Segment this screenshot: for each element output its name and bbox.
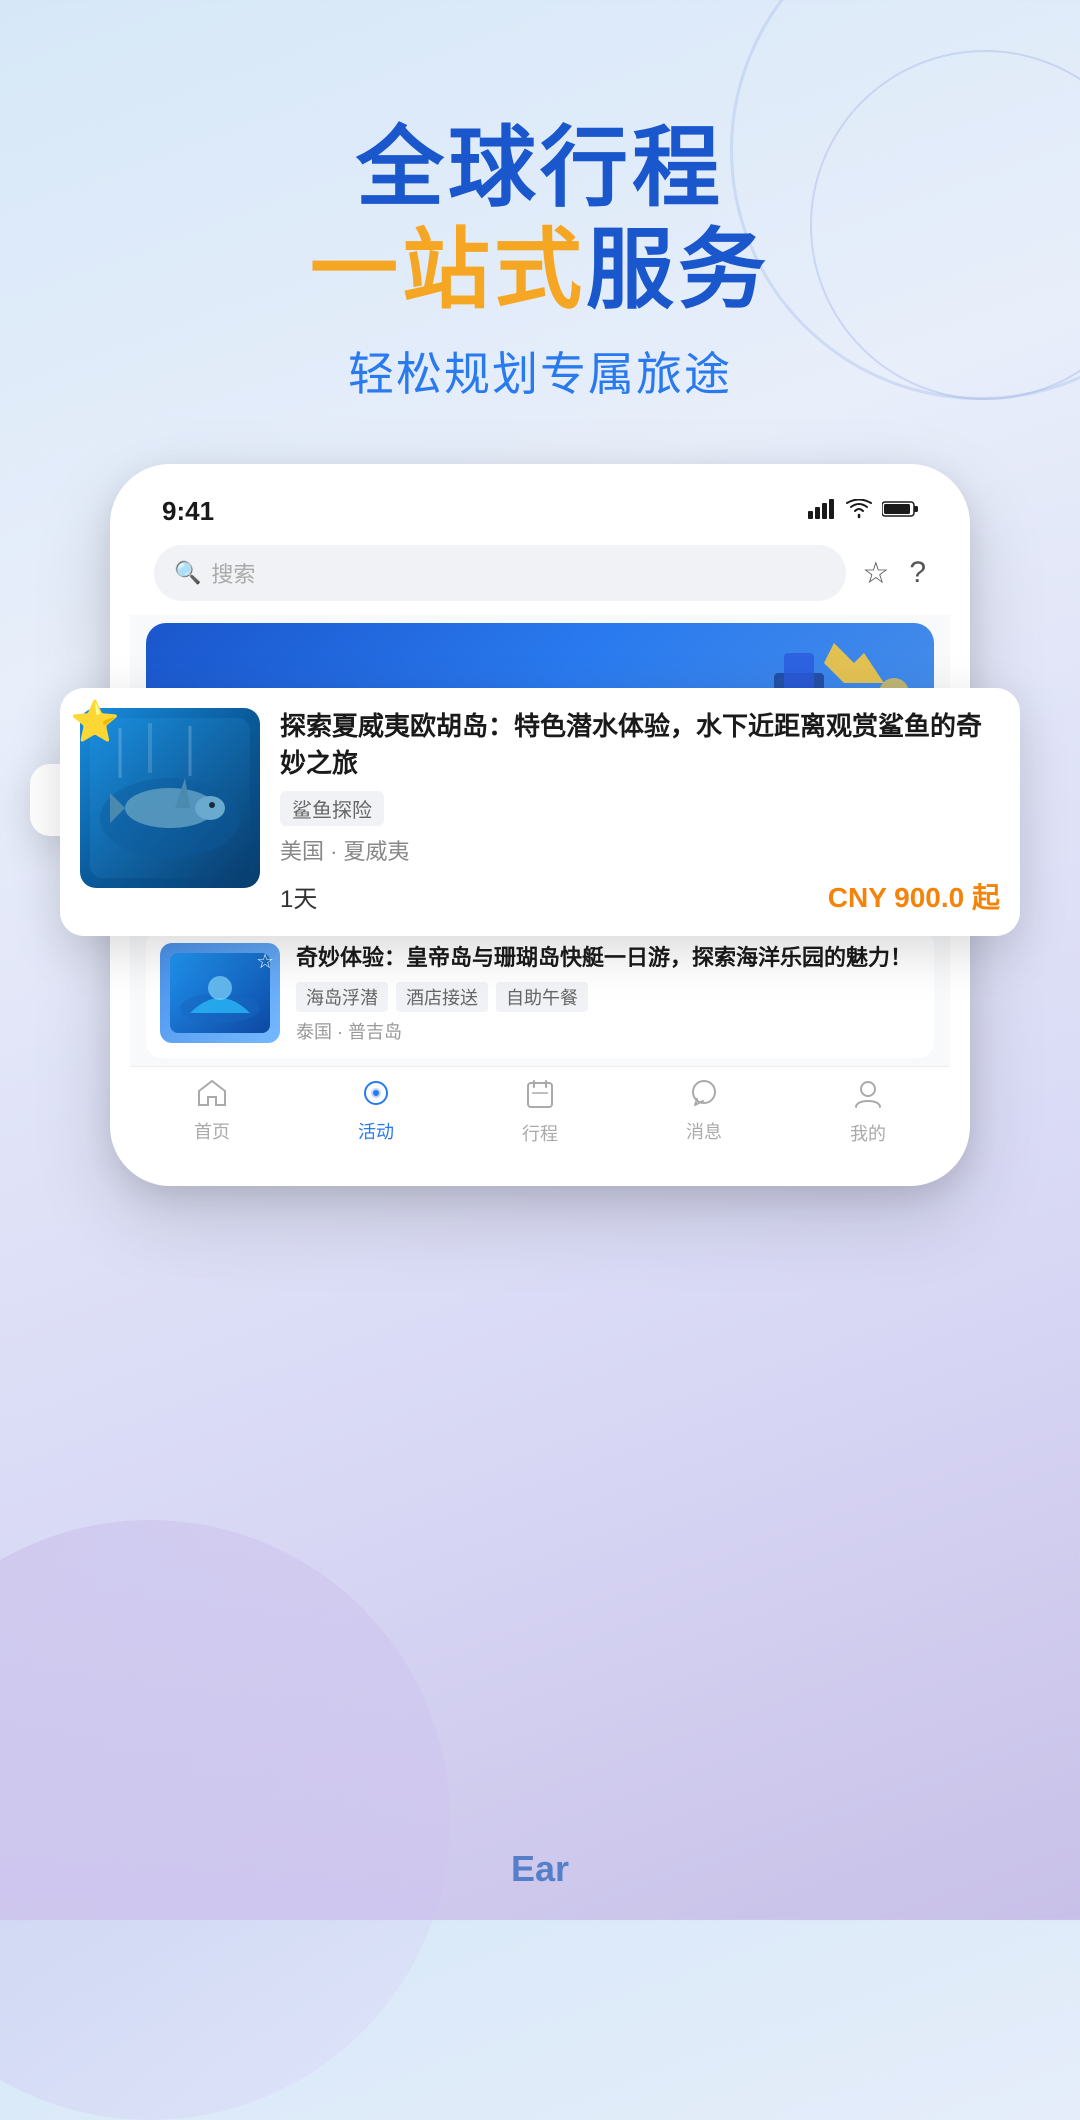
itinerary-icon [526,1079,554,1116]
card-tag-hotel: 酒店接送 [396,982,488,1012]
featured-card[interactable]: ⭐ [60,688,1020,936]
featured-title: 探索夏威夷欧胡岛：特色潜水体验，水下近距离观赏鲨鱼的奇妙之旅 [280,708,1000,781]
activity-icon [361,1079,391,1114]
featured-content: 探索夏威夷欧胡岛：特色潜水体验，水下近距离观赏鲨鱼的奇妙之旅 鲨鱼探险 美国 ·… [280,708,1000,916]
home-icon [197,1079,227,1114]
activity-card-1[interactable]: ☆ 奇妙体验：皇 [146,929,934,1058]
nav-home[interactable]: 首页 [194,1079,230,1146]
status-icons [808,499,918,525]
favorite-icon[interactable]: ☆ [862,556,889,591]
search-input[interactable]: 🔍 搜索 [154,545,846,601]
signal-icon [808,499,836,525]
nav-profile[interactable]: 我的 [850,1079,886,1146]
hero-subtitle: 轻松规划专属旅途 [0,338,1080,404]
nav-messages-label: 消息 [686,1118,722,1144]
search-icon: 🔍 [174,560,201,586]
featured-star-icon: ⭐ [70,698,120,745]
battery-icon [882,499,918,525]
wifi-icon [846,499,872,525]
hero-blue-text: 服务 [586,220,770,319]
profile-icon [854,1079,882,1116]
nav-home-label: 首页 [194,1118,230,1144]
messages-icon [689,1079,719,1114]
card-tags-1: 海岛浮潜 酒店接送 自助午餐 [296,982,920,1012]
bottom-nav: 首页 活动 [130,1066,950,1166]
featured-location: 美国 · 夏威夷 [280,834,1000,866]
hero-section: 全球行程 一站式服务 轻松规划专属旅途 [0,0,1080,464]
status-bar: 9:41 [130,484,950,535]
featured-price: CNY 900.0 起 [828,876,1000,916]
hero-orange-text: 一站式 [310,220,586,319]
featured-tag: 鲨鱼探险 [280,791,384,826]
card-location-1: 泰国 · 普吉岛 [296,1018,920,1044]
nav-activity[interactable]: 活动 [358,1079,394,1146]
bottom-label: Ear [0,1848,1080,1890]
card-image-1: ☆ [160,943,280,1043]
card-tag-snorkel: 海岛浮潜 [296,982,388,1012]
hero-title-line1: 全球行程 [0,120,1080,217]
bg-decoration-bottom [0,1520,450,2120]
phone-mockup: 🏛 文化 🏔 自然 9:41 [110,464,970,1186]
search-placeholder: 搜索 [211,557,255,589]
card-title-1: 奇妙体验：皇帝岛与珊瑚岛快艇一日游，探索海洋乐园的魅力！ [296,943,920,974]
nav-itinerary[interactable]: 行程 [522,1079,558,1146]
nav-activity-label: 活动 [358,1118,394,1144]
card-favorite-icon[interactable]: ☆ [256,949,274,974]
search-bar-row: 🔍 搜索 ☆ ? [130,535,950,615]
help-icon[interactable]: ? [909,556,926,591]
card-content-1: 奇妙体验：皇帝岛与珊瑚岛快艇一日游，探索海洋乐园的魅力！ 海岛浮潜 酒店接送 自… [296,943,920,1044]
featured-footer: 1天 CNY 900.0 起 [280,876,1000,916]
nav-messages[interactable]: 消息 [686,1079,722,1146]
nav-itinerary-label: 行程 [522,1120,558,1146]
hero-title-line2: 一站式服务 [0,217,1080,323]
featured-image: ⭐ [80,708,260,888]
status-time: 9:41 [162,496,214,527]
card-tag-lunch: 自助午餐 [496,982,588,1012]
featured-duration: 1天 [280,879,317,914]
search-actions: ☆ ? [862,556,926,591]
nav-profile-label: 我的 [850,1120,886,1146]
